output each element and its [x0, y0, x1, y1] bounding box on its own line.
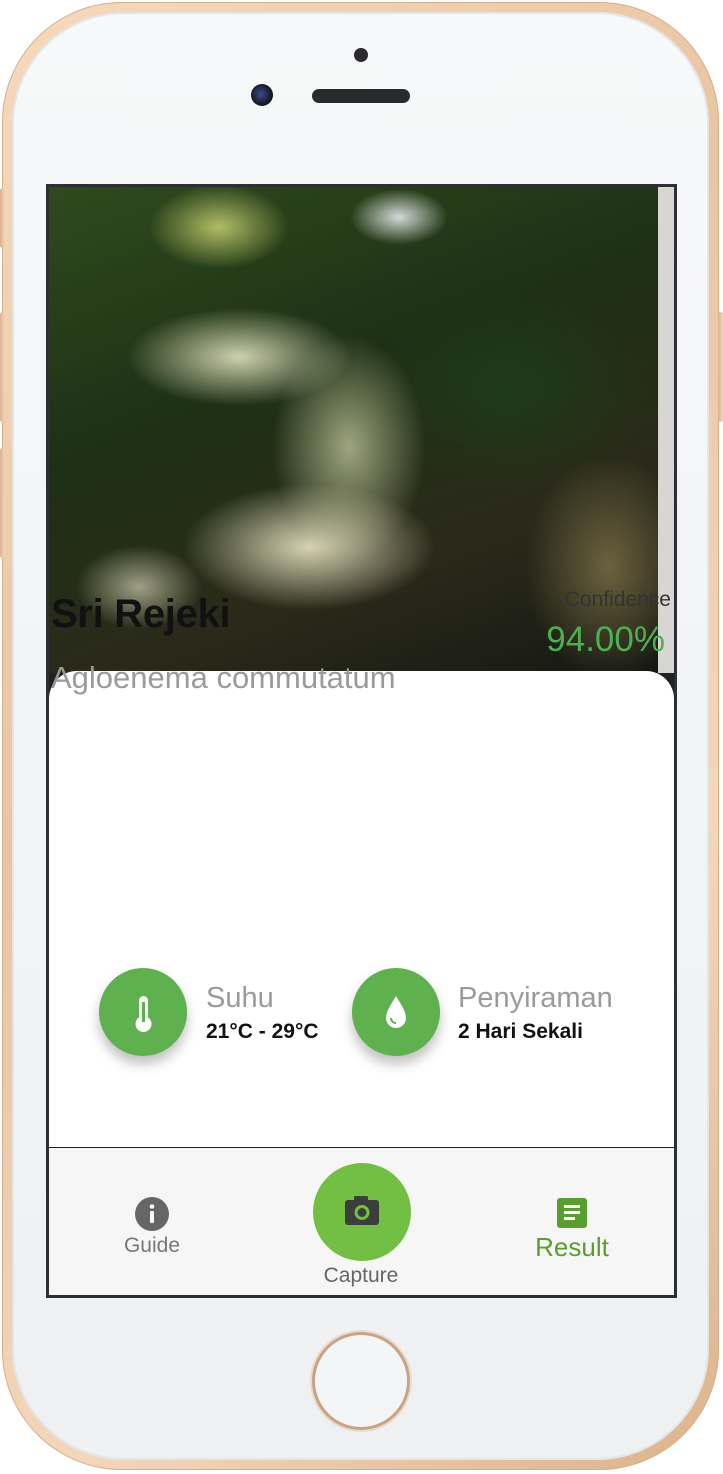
document-icon: [557, 1198, 587, 1228]
app-screen: [46, 184, 677, 1298]
temperature-badge: [99, 968, 187, 1056]
camera-icon: [345, 1196, 379, 1225]
temperature-value: 21°C - 29°C: [206, 1020, 319, 1043]
earpiece-speaker: [312, 89, 410, 103]
plant-scientific-name: Agloenema commutatum: [51, 660, 396, 695]
volume-down-button: [0, 448, 5, 558]
nav-result[interactable]: Result: [520, 1192, 624, 1263]
watering-badge: [352, 968, 440, 1056]
front-camera: [251, 84, 273, 106]
temperature-title: Suhu: [206, 982, 274, 1014]
watering-value: 2 Hari Sekali: [458, 1020, 583, 1043]
nav-guide[interactable]: Guide: [110, 1192, 194, 1258]
confidence-value: 94.00%: [546, 620, 665, 659]
nav-result-label: Result: [535, 1232, 609, 1262]
thermometer-icon: [135, 996, 152, 1032]
confidence-label: Confidence: [564, 588, 671, 611]
side-button: [0, 188, 5, 248]
power-button: [718, 312, 723, 422]
water-drop-icon: [386, 996, 406, 1028]
plant-common-name: Sri Rejeki: [51, 592, 231, 636]
nav-guide-label: Guide: [123, 1234, 181, 1257]
volume-up-button: [0, 312, 5, 422]
capture-button[interactable]: [313, 1163, 411, 1261]
info-icon: [135, 1197, 169, 1231]
home-button[interactable]: [315, 1335, 407, 1427]
result-card: [49, 671, 674, 1147]
watering-title: Penyiraman: [458, 982, 613, 1014]
capture-label: Capture: [323, 1264, 399, 1287]
proximity-sensor: [354, 48, 368, 62]
